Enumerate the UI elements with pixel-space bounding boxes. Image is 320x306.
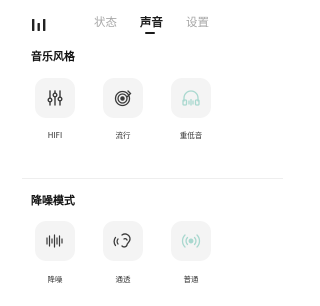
hifi-label: HIFI <box>47 131 63 140</box>
menu-bars-icon[interactable] <box>31 16 47 31</box>
bass-boost-option-button[interactable] <box>171 78 211 118</box>
vinyl-record-icon <box>114 89 132 107</box>
noise-cancel-label: 降噪 <box>47 275 63 284</box>
pop-option-button[interactable] <box>103 78 143 118</box>
transparency-label: 通透 <box>115 275 131 284</box>
broadcast-icon <box>181 232 201 250</box>
transparency-option-button[interactable] <box>103 221 143 261</box>
tab-sound[interactable]: 声音 <box>140 15 163 29</box>
sound-settings-screen: 状态 声音 设置 音乐风格 HIFI 流行 重低音 降噪模式 降噪 通透 普通 <box>0 0 305 306</box>
ear-icon <box>113 232 133 250</box>
sound-wave-icon <box>45 232 65 250</box>
section-divider <box>22 178 283 179</box>
equalizer-sliders-icon <box>46 89 64 107</box>
normal-label: 普通 <box>183 275 199 284</box>
noise-mode-title: 降噪模式 <box>31 194 75 207</box>
normal-option-button[interactable] <box>171 221 211 261</box>
hifi-option-button[interactable] <box>35 78 75 118</box>
pop-label: 流行 <box>115 131 131 140</box>
tab-settings[interactable]: 设置 <box>186 15 209 29</box>
music-style-title: 音乐风格 <box>31 50 75 63</box>
active-tab-indicator <box>145 32 155 34</box>
headphones-icon <box>181 89 201 107</box>
noise-cancel-option-button[interactable] <box>35 221 75 261</box>
top-navigation-bar: 状态 声音 设置 <box>0 0 305 40</box>
tab-status[interactable]: 状态 <box>94 15 117 29</box>
bass-boost-label: 重低音 <box>179 131 203 140</box>
